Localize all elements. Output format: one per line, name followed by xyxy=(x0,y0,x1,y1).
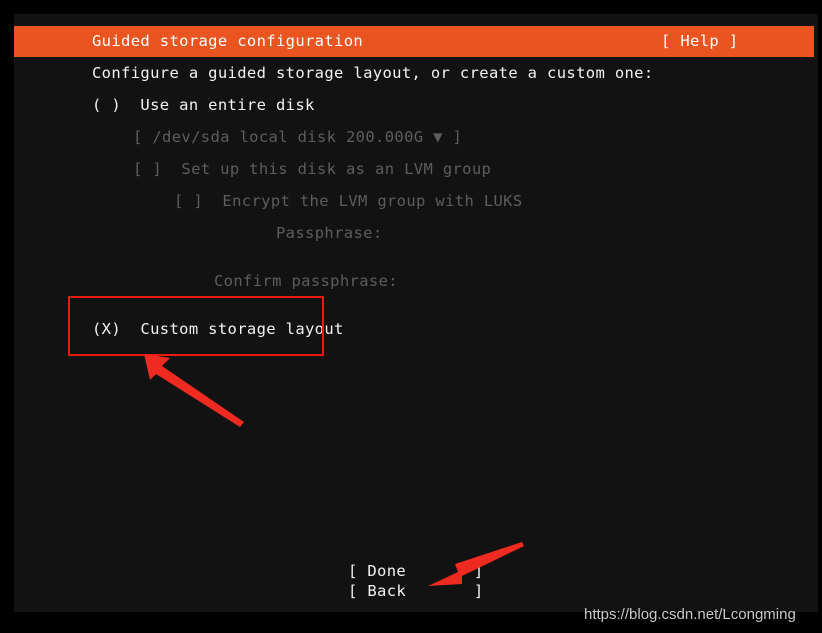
confirm-passphrase-label: Confirm passphrase: xyxy=(214,272,398,290)
back-button[interactable]: [ Back ] xyxy=(348,582,484,601)
disk-selector-dropdown[interactable]: [ /dev/sda local disk 200.000G ▼ ] xyxy=(133,128,462,147)
help-button[interactable]: [ Help ] xyxy=(661,32,738,51)
header-bar: Guided storage configuration [ Help ] xyxy=(14,26,814,57)
installer-terminal-window: Guided storage configuration [ Help ] Co… xyxy=(14,14,818,612)
blog-watermark: https://blog.csdn.net/Lcongming xyxy=(584,606,796,623)
passphrase-label: Passphrase: xyxy=(276,224,383,242)
prompt-text: Configure a guided storage layout, or cr… xyxy=(92,64,654,82)
annotation-arrow-to-custom-storage-layout xyxy=(144,354,244,427)
checkbox-encrypt-lvm-with-luks[interactable]: [ ] Encrypt the LVM group with LUKS xyxy=(174,192,523,211)
radio-use-an-entire-disk[interactable]: ( ) Use an entire disk xyxy=(92,96,315,115)
page-title: Guided storage configuration xyxy=(92,32,364,50)
radio-custom-storage-layout[interactable]: (X) Custom storage layout xyxy=(92,320,344,339)
done-button[interactable]: [ Done ] xyxy=(348,562,484,581)
checkbox-set-up-lvm-group[interactable]: [ ] Set up this disk as an LVM group xyxy=(133,160,491,179)
